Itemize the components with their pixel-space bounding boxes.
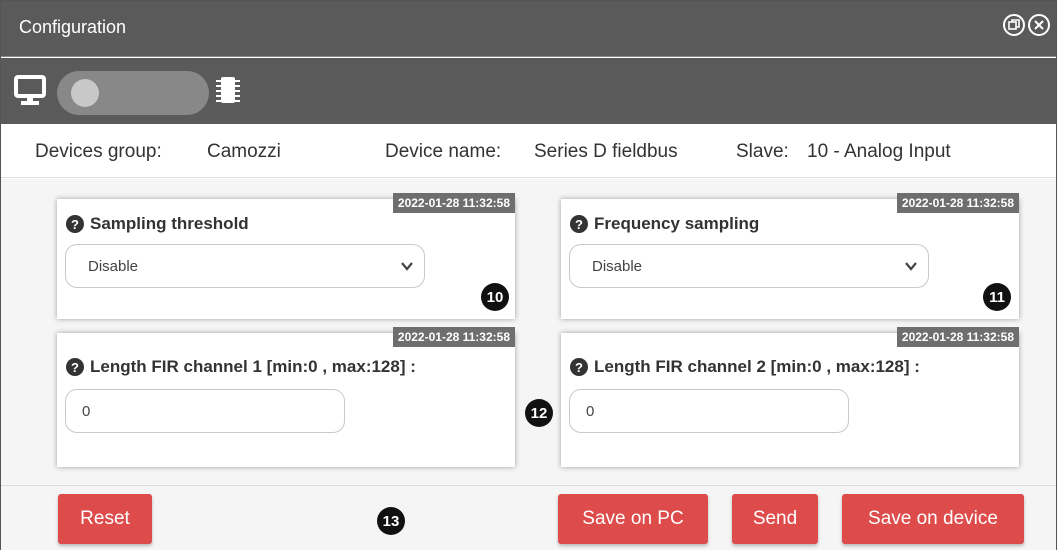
frequency-sampling-label: Frequency sampling xyxy=(594,214,760,233)
help-icon[interactable]: ? xyxy=(570,215,588,233)
reset-button[interactable]: Reset xyxy=(58,494,152,544)
title-bar: Configuration xyxy=(1,1,1056,57)
callout-badge-13: 13 xyxy=(377,507,405,535)
device-info-bar: Devices group: Camozzi Device name: Seri… xyxy=(1,124,1056,178)
frequency-sampling-card: 2022-01-28 11:32:58 ? Frequency sampling… xyxy=(561,193,1019,319)
select-value: Disable xyxy=(592,258,643,275)
parameters-panel: 2022-01-28 11:32:58 ? Sampling threshold… xyxy=(1,179,1056,485)
fir-channel-1-card: 2022-01-28 11:32:58 ? Length FIR channel… xyxy=(57,327,515,467)
sampling-threshold-label: Sampling threshold xyxy=(90,214,249,233)
help-icon[interactable]: ? xyxy=(66,358,84,376)
toggle-knob[interactable] xyxy=(71,79,99,107)
callout-badge-10: 10 xyxy=(481,283,509,311)
fir-channel-1-label: Length FIR channel 1 [min:0 , max:128] : xyxy=(90,357,416,376)
window-controls xyxy=(1003,14,1050,36)
pc-device-toggle[interactable] xyxy=(57,71,209,115)
slave-value: 10 - Analog Input xyxy=(807,141,951,162)
card-label: ? Length FIR channel 1 [min:0 , max:128]… xyxy=(66,357,416,377)
desktop-icon xyxy=(13,74,47,111)
timestamp-badge: 2022-01-28 11:32:58 xyxy=(896,193,1019,213)
input-value: 0 xyxy=(82,403,91,420)
fir-channel-2-label: Length FIR channel 2 [min:0 , max:128] : xyxy=(594,357,920,376)
timestamp-badge: 2022-01-28 11:32:58 xyxy=(896,327,1019,347)
chip-icon xyxy=(215,74,241,111)
toolbar xyxy=(1,58,1056,124)
card-label: ? Length FIR channel 2 [min:0 , max:128]… xyxy=(570,357,920,377)
devices-group-label: Devices group: xyxy=(35,141,162,162)
send-button[interactable]: Send xyxy=(732,494,818,544)
select-value: Disable xyxy=(88,258,139,275)
window-title: Configuration xyxy=(19,17,127,37)
devices-group-value: Camozzi xyxy=(207,141,281,162)
frequency-sampling-select[interactable]: Disable xyxy=(569,244,929,288)
save-on-device-button[interactable]: Save on device xyxy=(842,494,1024,544)
device-name-value: Series D fieldbus xyxy=(534,141,678,162)
help-icon[interactable]: ? xyxy=(66,215,84,233)
footer-actions: Reset 13 Save on PC Send Save on device xyxy=(1,485,1056,550)
callout-badge-12: 12 xyxy=(525,399,553,427)
callout-badge-11: 11 xyxy=(983,283,1011,311)
save-on-pc-button[interactable]: Save on PC xyxy=(558,494,708,544)
sampling-threshold-select[interactable]: Disable xyxy=(65,244,425,288)
timestamp-badge: 2022-01-28 11:32:58 xyxy=(392,193,515,213)
configuration-window: Configuration Devices group: Camozzi Dev… xyxy=(0,0,1057,550)
card-label: ? Sampling threshold xyxy=(66,214,249,234)
fir-channel-2-input[interactable]: 0 xyxy=(569,389,849,433)
close-icon[interactable] xyxy=(1028,14,1050,36)
timestamp-badge: 2022-01-28 11:32:58 xyxy=(392,327,515,347)
chevron-down-icon xyxy=(401,262,413,271)
slave-label: Slave: xyxy=(736,141,789,162)
sampling-threshold-card: 2022-01-28 11:32:58 ? Sampling threshold… xyxy=(57,193,515,319)
restore-icon[interactable] xyxy=(1003,14,1025,36)
fir-channel-1-input[interactable]: 0 xyxy=(65,389,345,433)
card-label: ? Frequency sampling xyxy=(570,214,759,234)
fir-channel-2-card: 2022-01-28 11:32:58 ? Length FIR channel… xyxy=(561,327,1019,467)
input-value: 0 xyxy=(586,403,595,420)
help-icon[interactable]: ? xyxy=(570,358,588,376)
chevron-down-icon xyxy=(905,262,917,271)
device-name-label: Device name: xyxy=(385,141,502,162)
